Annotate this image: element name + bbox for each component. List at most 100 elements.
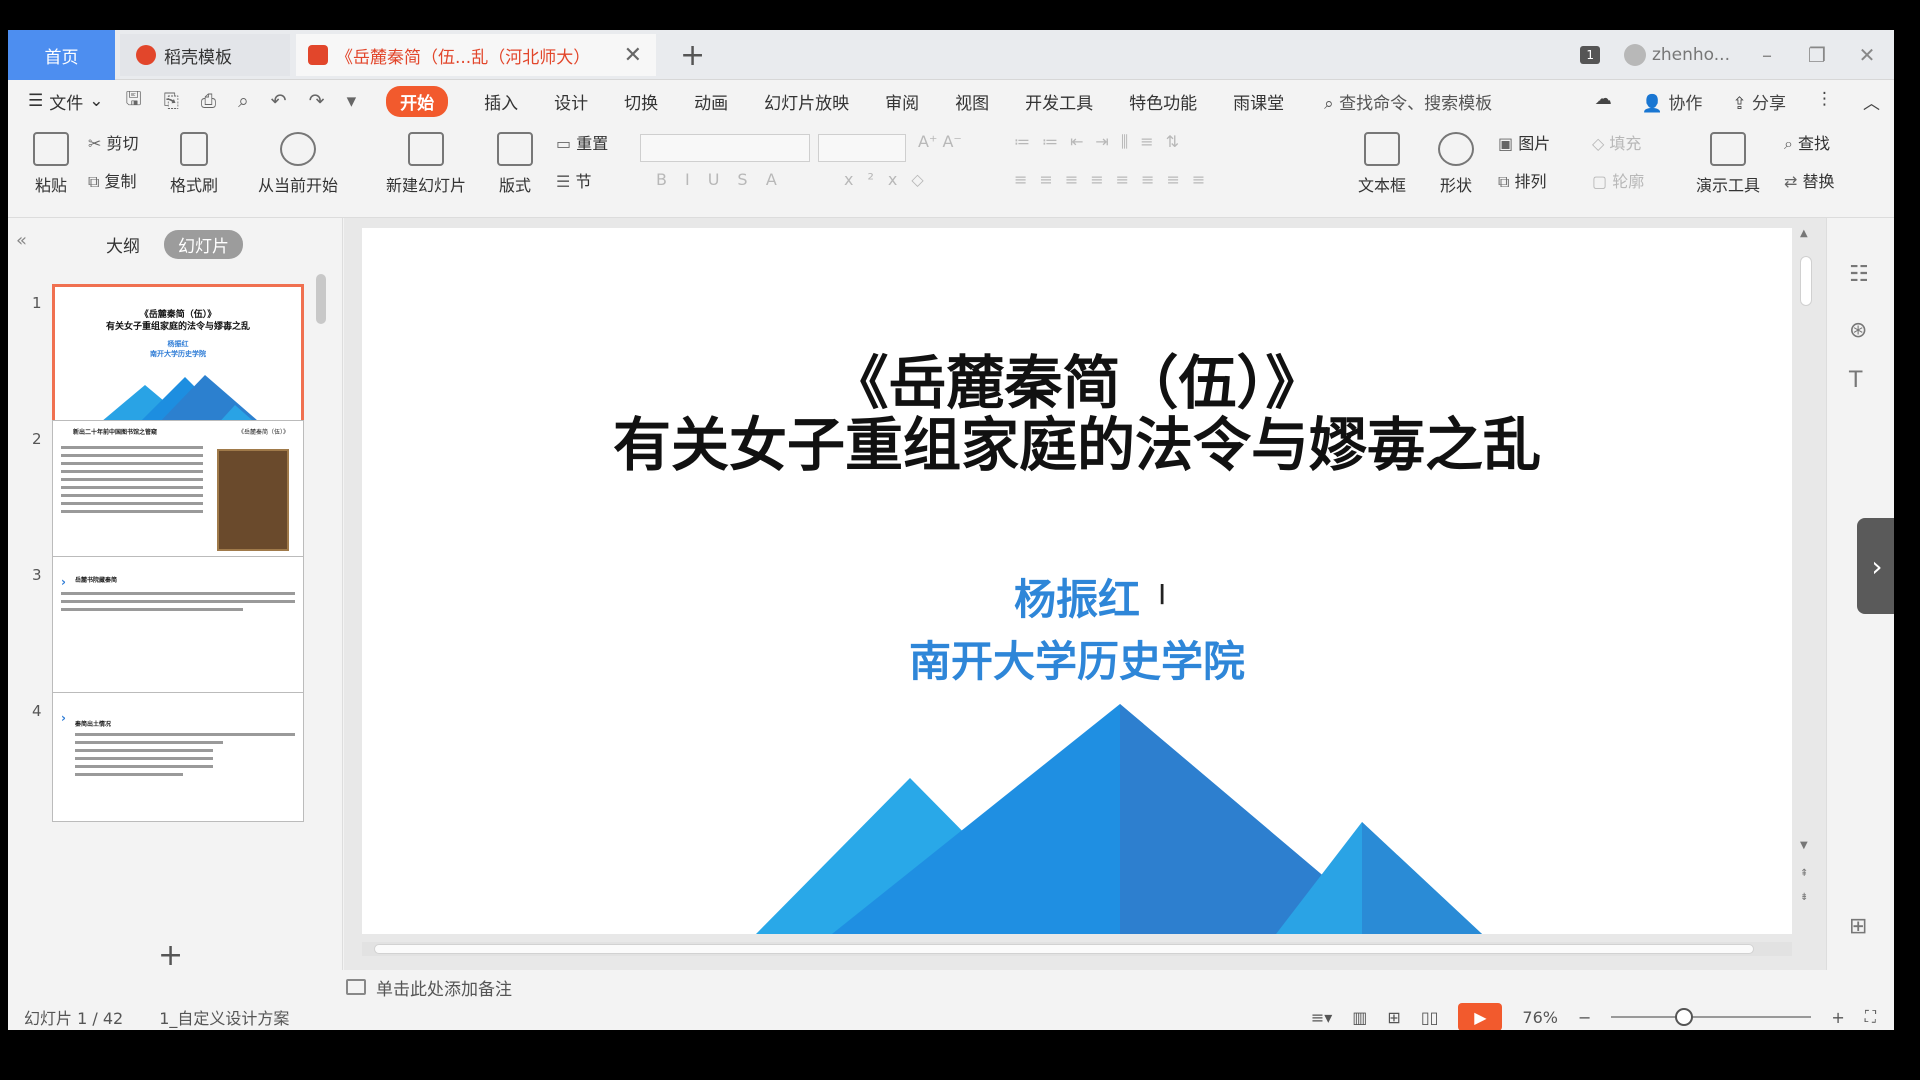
collapse-panel-icon[interactable]: « [16, 230, 27, 251]
menu-review[interactable]: 审阅 [885, 89, 919, 114]
grid-icon[interactable]: ⊞ [1849, 914, 1867, 939]
customize-icon[interactable]: ▾ [347, 90, 357, 112]
fit-window-icon[interactable]: ⛶ [1865, 1007, 1876, 1027]
properties-icon[interactable]: ☷ [1849, 262, 1869, 287]
collapse-ribbon-icon[interactable]: ︿ [1863, 89, 1880, 114]
expand-sidebar-button[interactable]: › [1857, 518, 1894, 614]
section-button[interactable]: ☰ 节 [556, 168, 591, 192]
minimize-button[interactable]: – [1754, 43, 1780, 67]
font-family-select[interactable] [640, 134, 810, 162]
restore-button[interactable]: ❐ [1804, 43, 1830, 67]
redo-icon[interactable]: ↷ [309, 90, 325, 112]
new-slide-button[interactable]: 新建幻灯片 [374, 132, 478, 196]
cut-button[interactable]: ✂ 剪切 [88, 130, 139, 154]
menu-design[interactable]: 设计 [554, 89, 588, 114]
zoom-slider[interactable] [1611, 1008, 1812, 1026]
picture-button[interactable]: ▣ 图片 [1498, 130, 1550, 154]
command-search[interactable]: ⌕ 查找命令、搜索模板 [1324, 89, 1492, 114]
thumbnail-scrollbar[interactable] [316, 274, 326, 324]
textbox-button[interactable]: 文本框 [1350, 132, 1414, 196]
menu-insert[interactable]: 插入 [484, 89, 518, 114]
shape-button[interactable]: 形状 [1428, 132, 1484, 196]
user-account[interactable]: zhenho... [1623, 44, 1730, 66]
copy-button[interactable]: ⧉ 复制 [88, 168, 137, 192]
close-tab-icon[interactable]: ✕ [624, 43, 642, 68]
share-button[interactable]: ⇪ 分享 [1732, 89, 1786, 114]
slide-author[interactable]: 杨振红 [362, 566, 1792, 627]
reset-button[interactable]: ▭ 重置 [556, 130, 608, 154]
fill-button[interactable]: ◇ 填充 [1592, 130, 1641, 154]
collab-button[interactable]: 👤 协作 [1642, 89, 1703, 114]
slide-sorter-icon[interactable]: ⊞ [1387, 1008, 1400, 1027]
font-size-select[interactable] [818, 134, 906, 162]
animation-icon[interactable]: ⊛ [1849, 318, 1867, 343]
menu-slideshow[interactable]: 幻灯片放映 [764, 89, 849, 114]
vertical-scrollbar[interactable]: ▲ ▼ ⇞ ⇟ [1798, 228, 1814, 934]
print-icon[interactable]: ⎙ [201, 90, 216, 112]
print-preview-icon[interactable]: ⌕ [238, 90, 249, 112]
add-slide-button[interactable]: + [158, 938, 183, 973]
slide-institution[interactable]: 南开大学历史学院 [362, 628, 1792, 689]
text-format-icons[interactable]: BIUSA [656, 170, 795, 189]
menu-animation[interactable]: 动画 [694, 89, 728, 114]
layout-button[interactable]: 版式 [490, 132, 540, 196]
font-grow-icon[interactable]: A⁺ A⁻ [918, 132, 962, 151]
slide-thumbnail-1[interactable]: 《岳麓秦简（伍）》 有关女子重组家庭的法令与嫪毐之乱 杨振红 南开大学历史学院 [52, 284, 304, 426]
slide-subtitle[interactable]: 有关女子重组家庭的法令与嫪毐之乱 [362, 398, 1792, 482]
menu-file[interactable]: ☰ 文件 ⌄ [28, 89, 104, 114]
slide-thumbnail-4[interactable]: › 秦简出土情况 [52, 692, 304, 822]
undo-icon[interactable]: ↶ [271, 90, 287, 112]
outline-button[interactable]: ▢ 轮廓 [1592, 168, 1644, 192]
menu-features[interactable]: 特色功能 [1129, 89, 1197, 114]
save-icon[interactable]: 🖫 [126, 85, 142, 117]
scroll-down-icon[interactable]: ▼ [1800, 840, 1808, 851]
vertical-scroll-thumb[interactable] [1800, 256, 1812, 306]
notes-toggle-icon[interactable]: ≡▾ [1311, 1008, 1332, 1027]
next-slide-icon[interactable]: ⇟ [1800, 892, 1808, 903]
tab-outline[interactable]: 大纲 [106, 232, 140, 257]
export-icon[interactable]: ⎘ [164, 90, 179, 112]
present-tools-button[interactable]: 演示工具 [1684, 132, 1772, 196]
list-format-icons[interactable]: ≔≔⇤⇥⫼≡⇅ [1014, 132, 1191, 152]
more-icon[interactable]: ⋮ [1816, 89, 1833, 114]
close-window-button[interactable]: ✕ [1854, 43, 1880, 67]
window-count-badge[interactable]: 1 [1580, 46, 1600, 64]
replace-button[interactable]: ⇄ 替换 [1784, 168, 1835, 192]
horizontal-scroll-thumb[interactable] [374, 944, 1754, 954]
menu-view[interactable]: 视图 [955, 89, 989, 114]
text-tool-icon[interactable]: T [1849, 368, 1862, 393]
slide-canvas[interactable]: 《岳麓秦简（伍）》 有关女子重组家庭的法令与嫪毐之乱 杨振红 南开大学历史学院 … [362, 228, 1792, 934]
menu-developer[interactable]: 开发工具 [1025, 89, 1093, 114]
tab-slides[interactable]: 幻灯片 [164, 230, 243, 259]
slide-thumbnail-2[interactable]: 新出二十年前中国图书馆之管窥 《岳麓秦简（伍）》 [52, 420, 304, 562]
tab-home[interactable]: 首页 [8, 30, 115, 80]
prev-slide-icon[interactable]: ⇞ [1800, 868, 1808, 879]
zoom-level[interactable]: 76% [1522, 1008, 1558, 1027]
zoom-slider-knob[interactable] [1675, 1008, 1694, 1026]
find-button[interactable]: ⌕ 查找 [1784, 130, 1830, 154]
menu-rain-classroom[interactable]: 雨课堂 [1233, 89, 1284, 114]
normal-view-icon[interactable]: ▥ [1352, 1008, 1367, 1027]
new-tab-button[interactable]: + [680, 38, 705, 73]
menu-transitions[interactable]: 切换 [624, 89, 658, 114]
horizontal-scrollbar[interactable] [362, 942, 1792, 956]
reading-view-icon[interactable]: ▯▯ [1421, 1008, 1439, 1027]
zoom-in-icon[interactable]: + [1831, 1008, 1844, 1027]
outline-icon: ▢ [1592, 172, 1613, 191]
script-format-icons[interactable]: x²x◇ [844, 170, 938, 189]
play-from-current-button[interactable]: 从当前开始 [246, 132, 350, 196]
tab-document[interactable]: 《岳麓秦简（伍...乱（河北师大） ✕ [296, 34, 656, 76]
paste-button[interactable]: 粘贴 [26, 132, 76, 196]
cloud-sync-icon[interactable]: ☁ [1595, 89, 1612, 114]
design-scheme[interactable]: 1_自定义设计方案 [159, 1005, 289, 1029]
menu-start[interactable]: 开始 [386, 85, 449, 117]
format-painter-button[interactable]: 格式刷 [166, 132, 222, 196]
tab-template[interactable]: 稻壳模板 [120, 34, 290, 76]
scroll-up-icon[interactable]: ▲ [1800, 228, 1808, 239]
slide-thumbnail-3[interactable]: › 岳麓书院藏秦简 [52, 556, 304, 698]
slideshow-play-button[interactable]: ▶ [1458, 1003, 1503, 1030]
arrange-button[interactable]: ⧉ 排列 [1498, 168, 1547, 192]
align-format-icons[interactable]: ≡≡≡≡≡≡≡≡ [1014, 170, 1217, 189]
zoom-out-icon[interactable]: − [1578, 1008, 1591, 1027]
notes-area[interactable]: 单击此处添加备注 [344, 970, 1826, 1004]
